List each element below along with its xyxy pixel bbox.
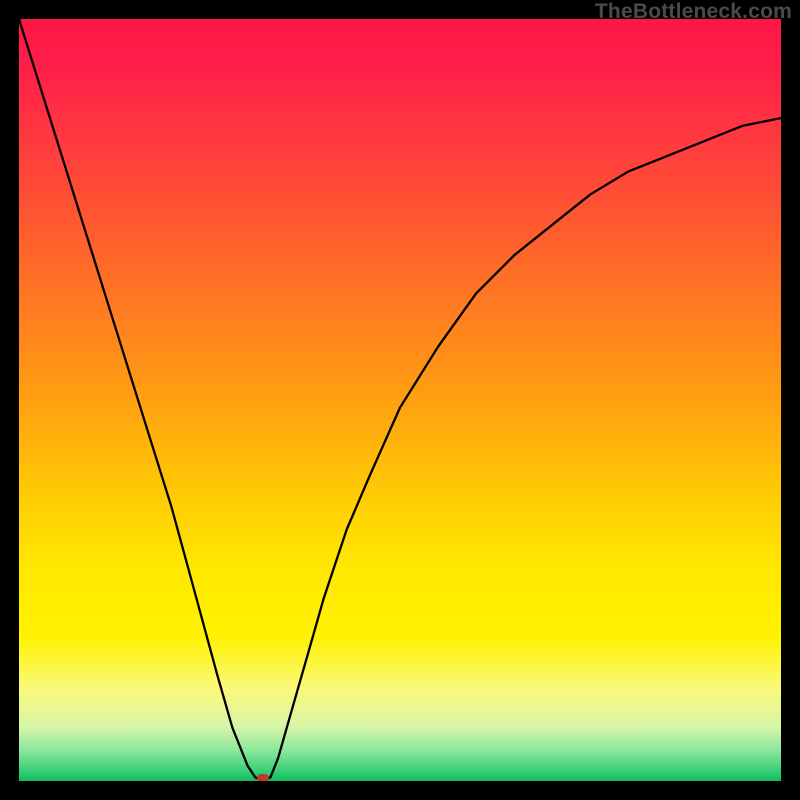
bottleneck-curve — [19, 19, 781, 781]
plot-area — [19, 19, 781, 781]
optimal-point-marker — [257, 774, 269, 781]
curve-path — [19, 19, 781, 781]
chart-frame: TheBottleneck.com — [0, 0, 800, 800]
